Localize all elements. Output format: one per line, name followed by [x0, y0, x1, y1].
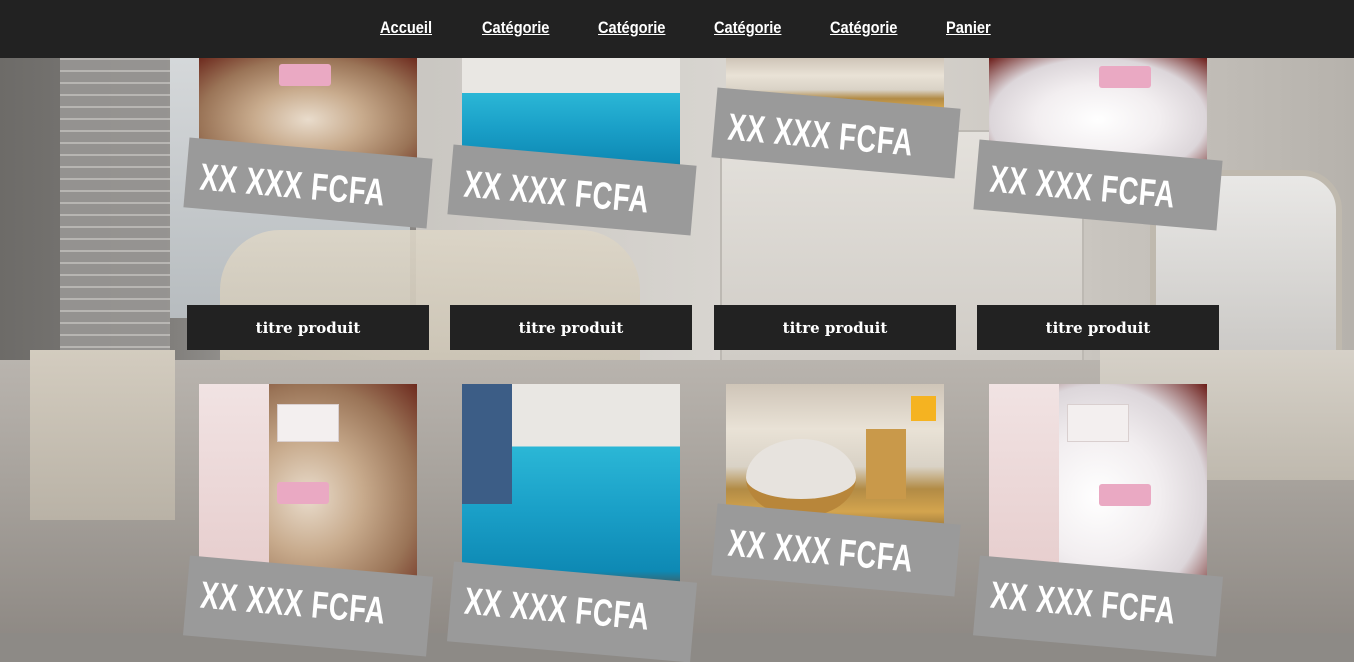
side-table [866, 429, 906, 499]
background-brick-column [60, 58, 170, 358]
folded-clothes [1099, 66, 1151, 88]
curtain [462, 384, 512, 504]
nav-link-categorie-4[interactable]: Catégorie [830, 18, 897, 38]
price-label: XX XXX FCFA [726, 522, 916, 581]
folded-clothes [277, 482, 329, 504]
nightstand [277, 404, 339, 442]
price-label: XX XXX FCFA [462, 163, 651, 222]
price-label: XX XXX FCFA [462, 580, 652, 639]
price-label: XX XXX FCFA [988, 574, 1178, 633]
price-label: XX XXX FCFA [198, 574, 388, 633]
nav-link-accueil[interactable]: Accueil [380, 18, 432, 38]
product-title-button[interactable]: titre produit [187, 305, 429, 350]
nav-link-categorie-2[interactable]: Catégorie [598, 18, 665, 38]
product-image[interactable] [462, 384, 680, 592]
product-title-button[interactable]: titre produit [450, 305, 692, 350]
nightstand [1067, 404, 1129, 442]
price-label: XX XXX FCFA [726, 106, 915, 165]
price-label: XX XXX FCFA [988, 158, 1177, 217]
nav-link-categorie-3[interactable]: Catégorie [714, 18, 781, 38]
product-title-button[interactable]: titre produit [714, 305, 956, 350]
price-label: XX XXX FCFA [198, 156, 387, 215]
round-table [746, 439, 856, 517]
nav-link-panier[interactable]: Panier [946, 18, 991, 38]
main-navbar: Accueil Catégorie Catégorie Catégorie Ca… [0, 0, 1354, 58]
folded-clothes [279, 64, 331, 86]
background-dresser [30, 350, 175, 520]
nav-link-categorie-1[interactable]: Catégorie [482, 18, 549, 38]
folded-clothes [1099, 484, 1151, 506]
product-title-button[interactable]: titre produit [977, 305, 1219, 350]
cushion [911, 396, 936, 421]
